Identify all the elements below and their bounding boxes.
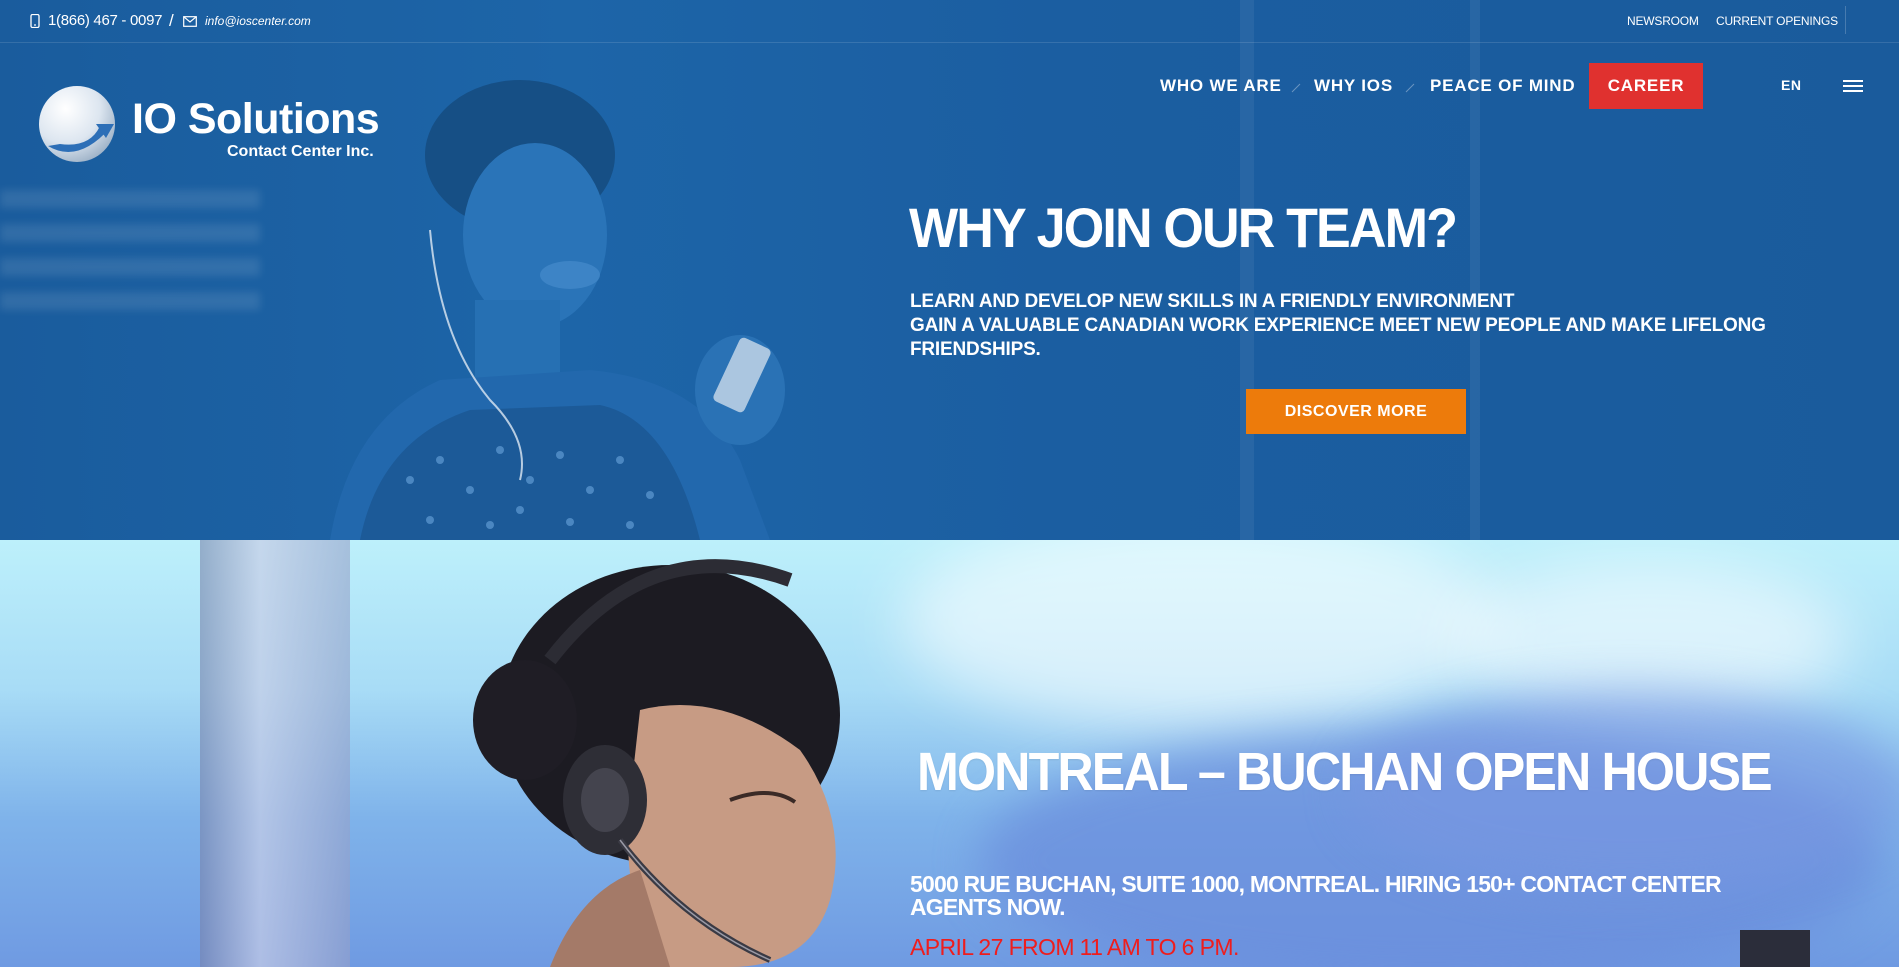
career-button[interactable]: CAREER <box>1589 63 1703 109</box>
open-house-heading: MONTREAL – BUCHAN OPEN HOUSE <box>917 742 1773 802</box>
hero-description: LEARN AND DEVELOP NEW SKILLS IN A FRIEND… <box>910 290 1790 362</box>
language-selector[interactable]: EN <box>1781 77 1801 93</box>
nav-peace-of-mind[interactable]: PEACE OF MIND <box>1430 76 1575 96</box>
nav-why-ios[interactable]: WHY IOS <box>1314 76 1393 96</box>
newsroom-link[interactable]: NEWSROOM <box>1627 14 1699 28</box>
hero-line: LEARN AND DEVELOP NEW SKILLS IN A FRIEND… <box>910 291 1515 312</box>
top-bar: 1(866) 467 - 0097 / info@ioscenter.com N… <box>0 0 1899 43</box>
email-contact[interactable]: info@ioscenter.com <box>183 12 311 30</box>
open-house-description: 5000 RUE BUCHAN, SUITE 1000, MONTREAL. H… <box>910 871 1722 920</box>
contact-separator: / <box>169 11 174 30</box>
open-house-date: APRIL 27 FROM 11 AM TO 6 PM. <box>910 934 1239 960</box>
nav-who-we-are[interactable]: WHO WE ARE <box>1160 76 1282 96</box>
hero-why-join: 1(866) 467 - 0097 / info@ioscenter.com N… <box>0 0 1899 540</box>
background-blur-decoration <box>0 190 260 310</box>
nav-separator <box>1291 83 1301 93</box>
logo-subtitle: Contact Center Inc. <box>227 143 374 160</box>
discover-more-button[interactable]: DISCOVER MORE <box>1246 389 1466 434</box>
hero-heading: WHY JOIN OUR TEAM? <box>909 196 1458 259</box>
current-openings-link[interactable]: CURRENT OPENINGS <box>1716 14 1838 28</box>
phone-contact[interactable]: 1(866) 467 - 0097 <box>30 12 162 30</box>
globe-logo-icon <box>39 86 115 162</box>
desk-device-image <box>1740 930 1810 967</box>
mobile-phone-icon <box>30 14 40 28</box>
envelope-icon <box>183 15 197 27</box>
background-post <box>200 540 350 967</box>
phone-number[interactable]: 1(866) 467 - 0097 <box>48 12 162 30</box>
hamburger-menu-icon[interactable] <box>1843 80 1863 92</box>
hero-line: GAIN A VALUABLE CANADIAN WORK EXPERIENCE… <box>910 315 1766 360</box>
topbar-divider <box>1845 6 1846 34</box>
nav-separator <box>1405 83 1415 93</box>
logo-title: IO Solutions <box>132 95 380 143</box>
email-address[interactable]: info@ioscenter.com <box>205 12 311 30</box>
